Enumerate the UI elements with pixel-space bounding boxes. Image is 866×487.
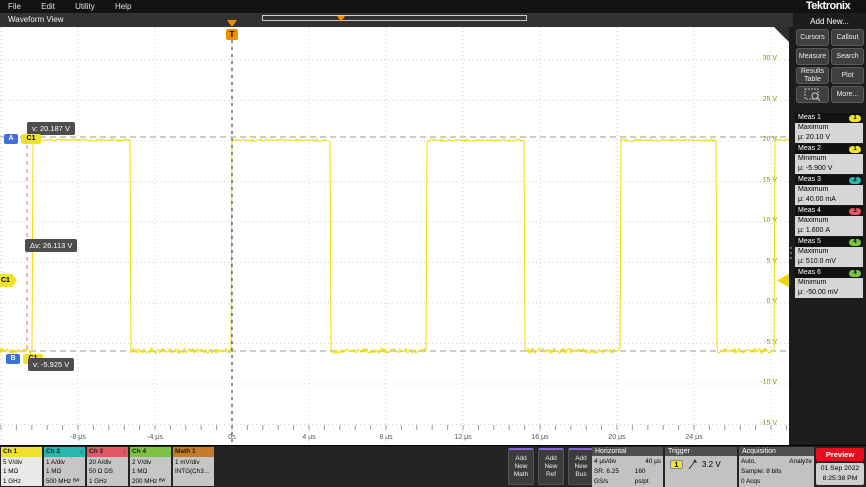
add-new-ref-button[interactable]: Add New Ref [538, 448, 564, 485]
trigger-source-pill: 1 [670, 460, 683, 469]
cursor-b-value: v: -5.925 V [28, 358, 74, 371]
right-control-panel: Add New... Cursors Callout Measure Searc… [793, 14, 866, 445]
meas-badge-6[interactable]: Meas 6 4 Minimumμ: -50.00 mV [795, 268, 863, 298]
bottom-settings-bar: Ch 1 5 V/div1 MΩ1 GHz Ch 2↓ 1 A/div1 MΩ5… [0, 445, 866, 487]
tektronix-logo: Tektronix [793, 0, 863, 13]
ch3-badge[interactable]: Ch 3↓ 20 A/div50 Ω DS1 GHz [87, 447, 128, 486]
search-button[interactable]: Search [831, 48, 864, 65]
math1-badge[interactable]: Math 1 1 mV/divINTG(Ch3... [173, 447, 214, 486]
meas-name: Meas 3 [798, 176, 821, 183]
acquisition-panel[interactable]: Acquisition Auto,Analyze Sample: 8 bits … [739, 447, 814, 487]
meas-name: Meas 5 [798, 238, 821, 245]
oscilloscope-app: File Edit Utility Help Tektronix Wavefor… [0, 0, 866, 487]
meas-type: Maximum [798, 216, 863, 226]
more-button[interactable]: More... [831, 86, 864, 103]
meas-name: Meas 4 [798, 207, 821, 214]
meas-source-pill: 4 [849, 239, 861, 246]
clip-arrow-icon: ↓ [123, 447, 126, 457]
meas-source-pill: 1 [849, 115, 861, 122]
meas-badge-5[interactable]: Meas 5 4 Maximumμ: 510.0 mV [795, 237, 863, 267]
meas-value: μ: -50.00 mV [798, 288, 863, 298]
meas-type: Minimum [798, 154, 863, 164]
trigger-position-triangle-icon[interactable] [227, 20, 237, 27]
trigger-level-value: 3.2 V [702, 460, 721, 469]
tab-waveform-view[interactable]: Waveform View [8, 15, 64, 24]
meas-type: Maximum [798, 185, 863, 195]
meas-value: μ: -5.900 V [798, 164, 863, 174]
menu-file[interactable]: File [8, 0, 21, 13]
panel-button-grid: Cursors Callout Measure Search Results T… [796, 29, 864, 103]
add-new-label: Add New... [793, 17, 866, 26]
add-new-bus-button[interactable]: Add New Bus [568, 448, 594, 485]
plot-button[interactable]: Plot [831, 67, 864, 84]
menu-utility[interactable]: Utility [75, 0, 95, 13]
horizontal-overview-bar[interactable] [262, 15, 527, 21]
cursor-b-badge[interactable]: B [6, 354, 20, 364]
time-label: 8:25:38 PM [816, 474, 864, 484]
menu-bar: File Edit Utility Help Tektronix [0, 0, 866, 13]
measurement-badge-list: Meas 11 Maximumμ: 20.10 V Meas 21 Minimu… [795, 113, 863, 299]
cursors-button[interactable]: Cursors [796, 29, 829, 46]
graticule-grid [0, 27, 789, 445]
horizontal-title: Horizontal [592, 447, 663, 456]
channel-badges: Ch 1 5 V/div1 MΩ1 GHz Ch 2↓ 1 A/div1 MΩ5… [1, 447, 214, 486]
meas-value: μ: 20.10 V [798, 133, 863, 143]
add-new-math-button[interactable]: Add New Math [508, 448, 534, 485]
meas-source-pill: 1 [849, 146, 861, 153]
meas-type: Maximum [798, 247, 863, 257]
horizontal-panel[interactable]: Horizontal 4 μs/div40 μs SR: 6.25 GS/s16… [592, 447, 663, 487]
ch4-badge[interactable]: Ch 4 2 V/div1 MΩ200 MHz ᴮᵂ [130, 447, 171, 486]
meas-source-pill: 4 [849, 270, 861, 277]
tab-bar: Waveform View [0, 13, 793, 27]
meas-name: Meas 6 [798, 269, 821, 276]
waveform-plot[interactable]: -8 μs -4 μs 0s 4 μs 8 μs 12 μs 16 μs 20 … [0, 27, 789, 445]
trigger-panel[interactable]: Trigger 1 3.2 V [665, 447, 737, 487]
acquisition-title: Acquisition [739, 447, 814, 456]
callout-button[interactable]: Callout [831, 29, 864, 46]
measure-button[interactable]: Measure [796, 48, 829, 65]
meas-value: μ: 40.00 mA [798, 195, 863, 205]
clip-arrow-icon: ↓ [80, 447, 83, 457]
cursor-a-channel-badge[interactable]: C1 [21, 134, 41, 144]
cursor-delta-value: Δv: 26.113 V [25, 239, 77, 252]
meas-name: Meas 2 [798, 145, 821, 152]
preview-button[interactable]: Preview [816, 448, 864, 461]
meas-value: μ: 510.0 mV [798, 257, 863, 267]
datetime-display: 01 Sep 2022 8:25:38 PM [816, 463, 864, 485]
ch1-badge[interactable]: Ch 1 5 V/div1 MΩ1 GHz [1, 447, 42, 486]
meas-badge-3[interactable]: Meas 3 2 Maximumμ: 40.00 mA [795, 175, 863, 205]
meas-name: Meas 1 [798, 114, 821, 121]
zoom-mode-button[interactable] [796, 86, 829, 103]
menu-edit[interactable]: Edit [41, 0, 55, 13]
results-table-button[interactable]: Results Table [796, 67, 829, 84]
menu-help[interactable]: Help [115, 0, 131, 13]
meas-badge-4[interactable]: Meas 4 3 Maximumμ: 1.600 A [795, 206, 863, 236]
date-label: 01 Sep 2022 [816, 464, 864, 474]
ch2-badge[interactable]: Ch 2↓ 1 A/div1 MΩ500 MHz ᴮᵂ [44, 447, 85, 486]
trigger-title: Trigger [665, 447, 737, 456]
trigger-flag[interactable]: T [226, 29, 238, 40]
cursor-a-badge[interactable]: A [4, 134, 18, 144]
meas-badge-1[interactable]: Meas 1 1 Maximumμ: 20.10 V [795, 113, 863, 143]
ch1-waveform-trace [0, 139, 789, 354]
meas-source-pill: 3 [849, 208, 861, 215]
add-new-group: Add New Math Add New Ref Add New Bus [508, 448, 594, 485]
meas-badge-2[interactable]: Meas 2 1 Minimumμ: -5.900 V [795, 144, 863, 174]
rising-edge-icon [687, 459, 698, 470]
zoom-magnifier-icon [804, 88, 822, 101]
meas-value: μ: 1.600 A [798, 226, 863, 236]
meas-type: Maximum [798, 123, 863, 133]
waveform-canvas[interactable] [0, 27, 789, 445]
meas-type: Minimum [798, 278, 863, 288]
meas-source-pill: 2 [849, 177, 861, 184]
overview-trigger-marker-icon[interactable] [337, 16, 345, 22]
